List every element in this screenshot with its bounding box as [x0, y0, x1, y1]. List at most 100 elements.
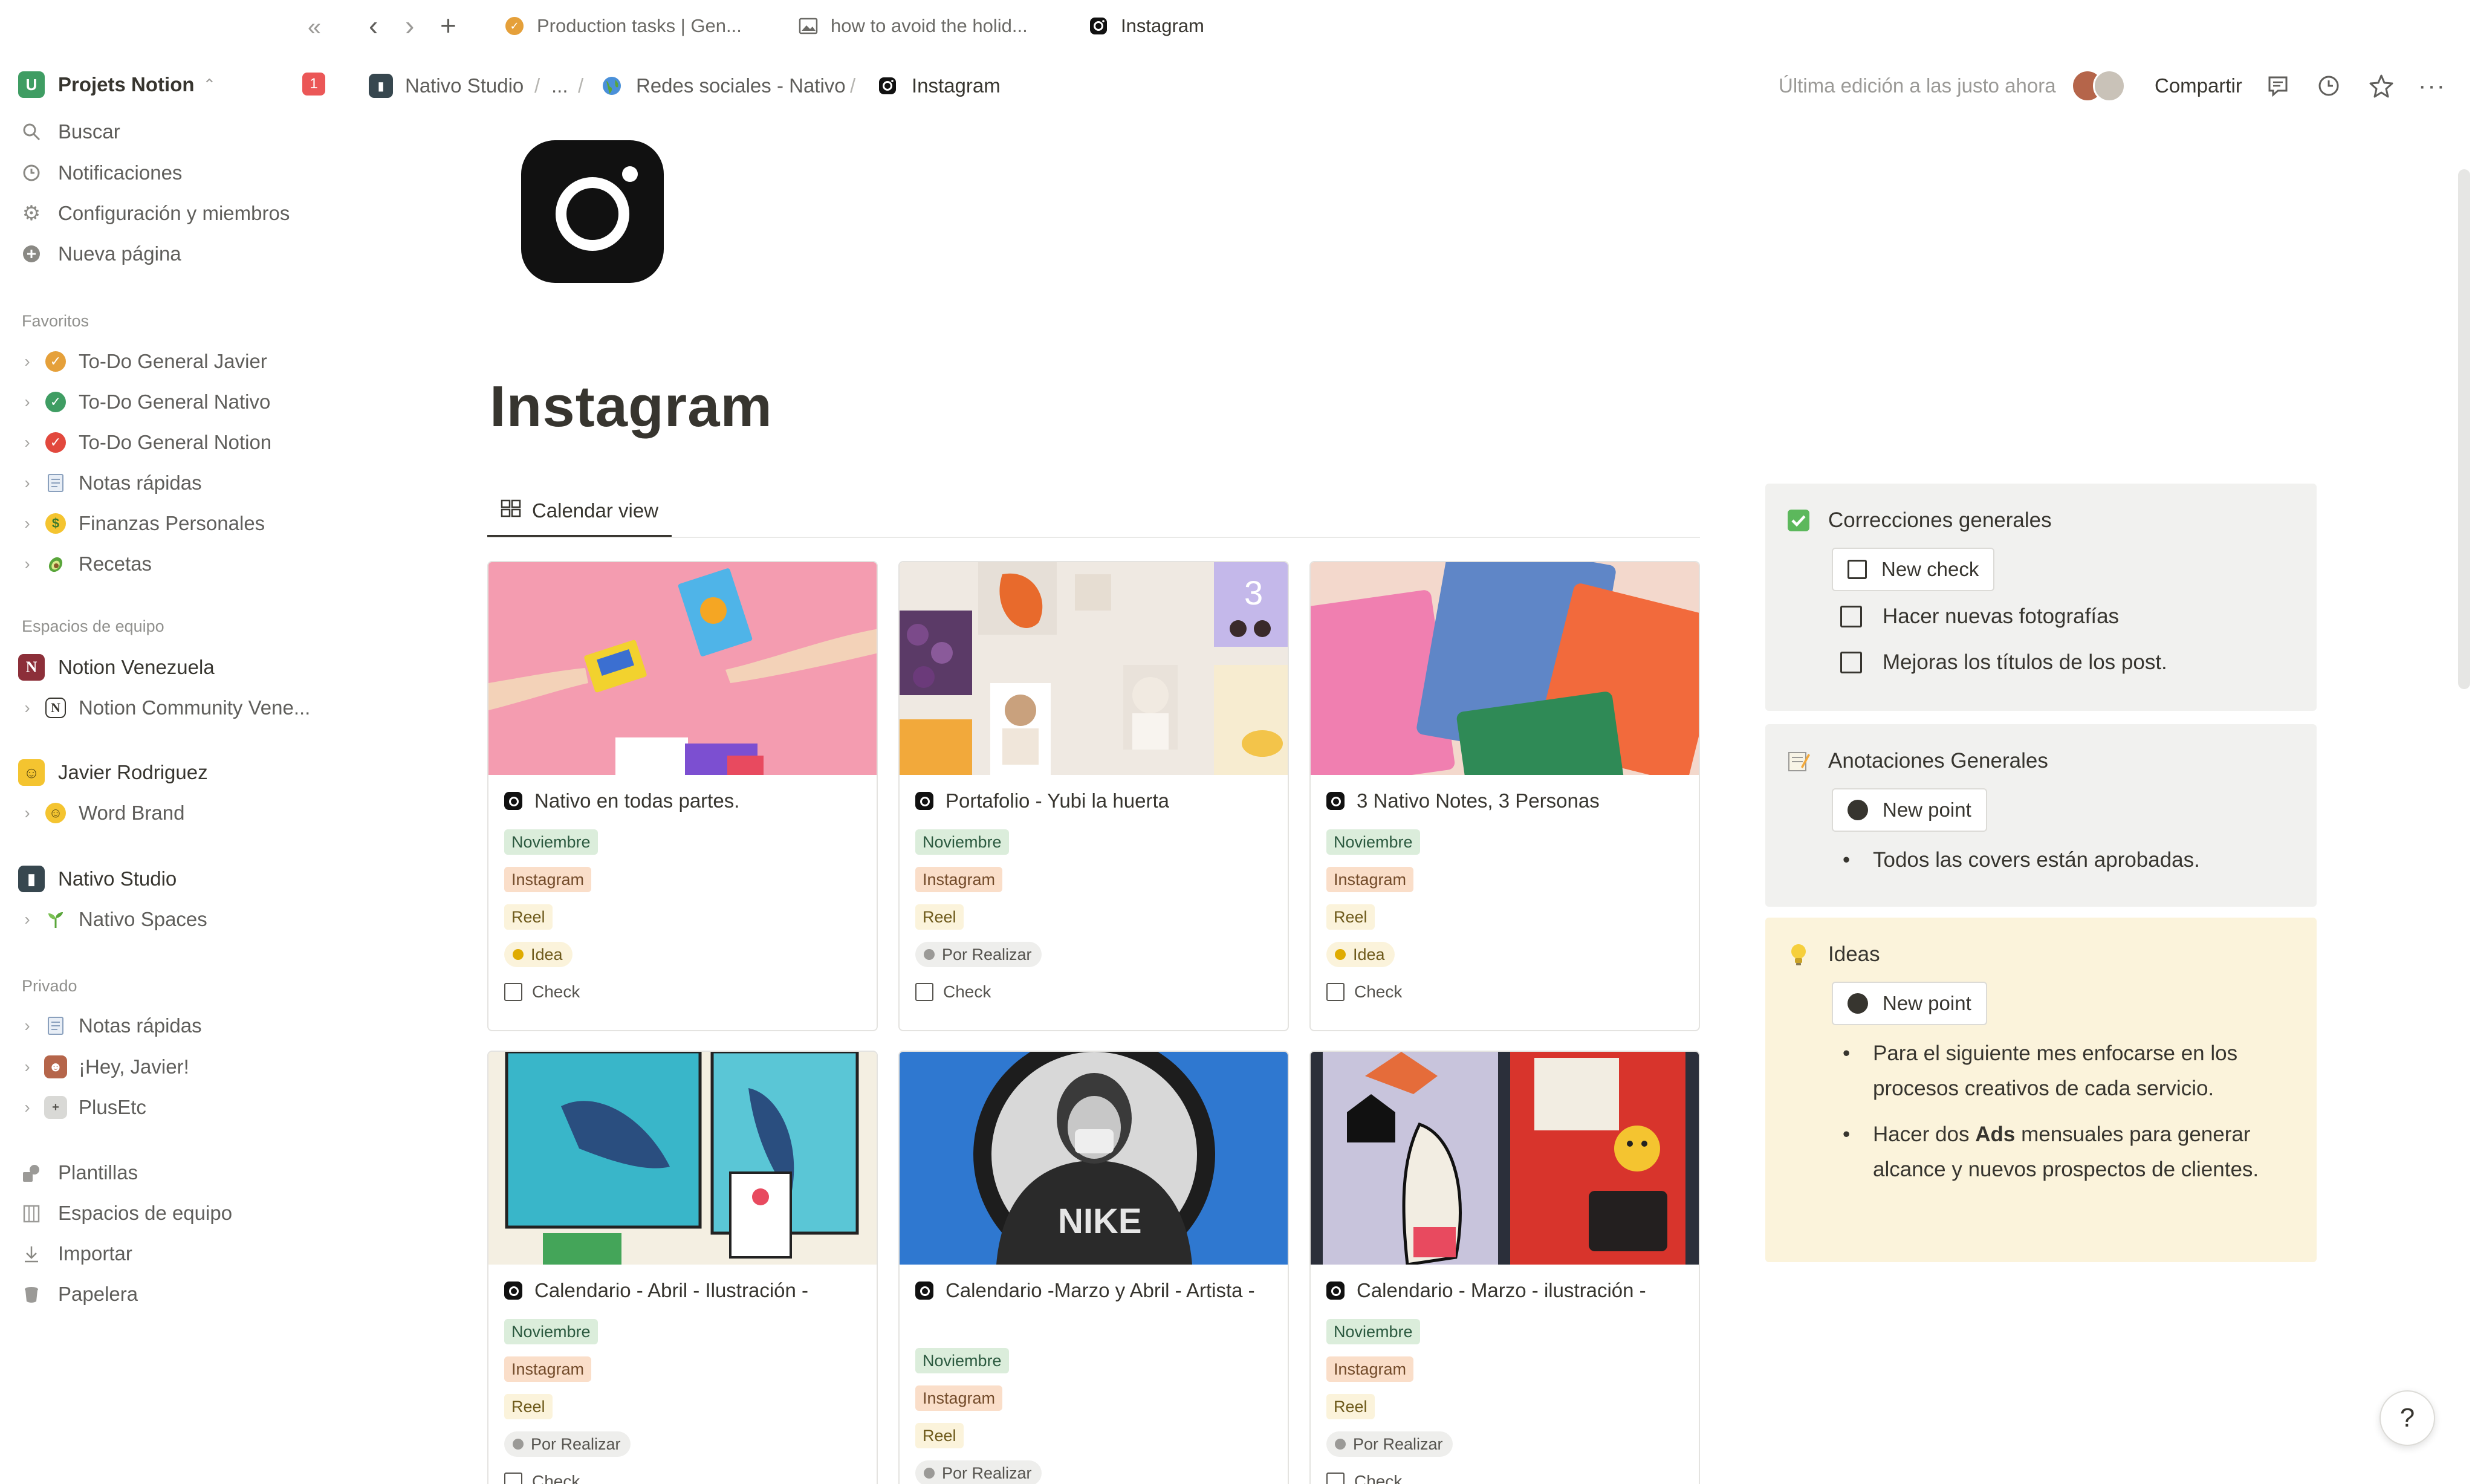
chevron-right-icon[interactable]: ›: [18, 698, 36, 718]
sidebar-item-nativo-studio[interactable]: ▮ Nativo Studio: [18, 861, 333, 897]
gallery-card[interactable]: Calendario - Abril - Ilustración - Novie…: [487, 1051, 878, 1484]
sidebar-item-plantillas[interactable]: Plantillas: [18, 1155, 333, 1191]
chevron-right-icon[interactable]: ›: [18, 433, 36, 452]
chevron-right-icon[interactable]: ›: [18, 473, 36, 493]
more-options-icon[interactable]: ···: [2418, 60, 2446, 111]
tab-instagram[interactable]: Instagram: [1074, 6, 1219, 46]
sidebar-item-notas-rapidas[interactable]: › Notas rápidas: [18, 465, 333, 501]
tab-label: Production tasks | Gen...: [537, 15, 742, 36]
card-cover-image: [1311, 562, 1699, 775]
breadcrumb-instagram[interactable]: Instagram: [874, 60, 1001, 111]
new-point-button[interactable]: New point: [1832, 788, 1987, 832]
tab-how-to-avoid[interactable]: how to avoid the holid...: [798, 6, 1028, 46]
breadcrumb-nativo-studio[interactable]: ▮ Nativo Studio: [368, 60, 524, 111]
sidebar-item-importar[interactable]: Importar: [18, 1236, 333, 1272]
card-checkbox[interactable]: Check: [1326, 979, 1402, 1005]
sidebar-item-label: To-Do General Notion: [79, 431, 272, 453]
sidebar-item-hey-javier[interactable]: › ☻ ¡Hey, Javier!: [18, 1049, 333, 1085]
sidebar-item-nativo-spaces[interactable]: › Nativo Spaces: [18, 901, 333, 938]
sidebar-item-notion-community[interactable]: › N Notion Community Vene...: [18, 690, 333, 726]
gallery-card[interactable]: 3 Portafolio - Yubi la huerta Noviembre …: [898, 561, 1289, 1031]
chevron-right-icon[interactable]: ›: [18, 1016, 36, 1035]
sidebar-item-papelera[interactable]: Papelera: [18, 1276, 333, 1312]
sidebar-item-new-page[interactable]: Nueva página: [18, 236, 333, 272]
page-title[interactable]: Instagram: [490, 374, 773, 440]
memo-icon: [1786, 748, 1811, 774]
comments-icon[interactable]: [2266, 60, 2290, 111]
back-arrow-icon[interactable]: ‹: [369, 8, 378, 42]
sidebar-item-private-notas[interactable]: › Notas rápidas: [18, 1008, 333, 1044]
gallery-card[interactable]: Calendario - Marzo - ilustración - Novie…: [1309, 1051, 1700, 1484]
sidebar-item-javier-rodriguez[interactable]: ☺ Javier Rodriguez: [18, 754, 333, 791]
chevron-right-icon[interactable]: ›: [18, 392, 36, 412]
new-check-button[interactable]: New check: [1832, 548, 1995, 591]
sidebar-item-label: To-Do General Javier: [79, 350, 267, 372]
bullet-dot-icon: [1848, 993, 1868, 1014]
sidebar-item-label: Notas rápidas: [79, 471, 202, 494]
page-instagram-icon[interactable]: [521, 140, 664, 283]
status-badge: Idea: [1326, 942, 1395, 967]
card-checkbox[interactable]: Check: [504, 979, 580, 1005]
instagram-icon: [874, 73, 901, 99]
tab-calendar-view[interactable]: Calendar view: [487, 487, 672, 537]
new-point-button[interactable]: New point: [1832, 982, 1987, 1025]
sidebar-item-todo-javier[interactable]: › ✓ To-Do General Javier: [18, 343, 333, 380]
chevron-right-icon[interactable]: ›: [18, 554, 36, 574]
bullet-item[interactable]: Hacer dos Ads mensuales para generar alc…: [1843, 1117, 2290, 1187]
todo-item[interactable]: Hacer nuevas fotografías: [1840, 604, 2119, 629]
card-title: Calendario - Marzo - ilustración -: [1326, 1277, 1689, 1304]
tag-month: Noviembre: [915, 1348, 1009, 1373]
sidebar-item-label: Word Brand: [79, 802, 185, 824]
sidebar-item-settings[interactable]: ⚙ Configuración y miembros: [18, 195, 333, 232]
breadcrumb-label: Redes sociales - Nativo: [636, 74, 846, 97]
card-checkbox[interactable]: Check: [1326, 1469, 1402, 1484]
collaborator-avatars[interactable]: [2071, 60, 2126, 111]
workspace-switcher[interactable]: U Projets Notion ⌃: [18, 66, 333, 103]
chevron-right-icon[interactable]: ›: [18, 514, 36, 533]
help-button[interactable]: ?: [2380, 1390, 2435, 1446]
history-clock-icon[interactable]: [2317, 60, 2341, 111]
bullet-item[interactable]: Para el siguiente mes enfocarse en los p…: [1843, 1036, 2290, 1106]
instagram-icon: [1326, 792, 1345, 810]
sidebar-item-label: Javier Rodriguez: [58, 761, 208, 783]
sidebar-item-notion-venezuela[interactable]: N Notion Venezuela: [18, 649, 333, 685]
todo-item[interactable]: Mejoras los títulos de los post.: [1840, 650, 2167, 675]
gallery-card[interactable]: NIKE Calendario -Marzo y Abril - Artista…: [898, 1051, 1289, 1484]
sidebar-item-recetas[interactable]: › Recetas: [18, 546, 333, 582]
checkbox-icon[interactable]: [1840, 652, 1862, 673]
sidebar-item-label: To-Do General Nativo: [79, 390, 271, 413]
sidebar-item-todo-notion[interactable]: › ✓ To-Do General Notion: [18, 424, 333, 461]
share-button[interactable]: Compartir: [2155, 60, 2242, 111]
card-checkbox[interactable]: Check: [504, 1469, 580, 1484]
favorite-star-icon[interactable]: [2369, 60, 2394, 111]
chevron-right-icon[interactable]: ›: [18, 1057, 36, 1077]
sidebar-item-notifications[interactable]: Notificaciones: [18, 155, 333, 191]
checkbox-icon[interactable]: [1840, 606, 1862, 627]
check-circle-orange-icon: ✓: [42, 348, 69, 375]
sidebar-item-word-brand[interactable]: › ☺ Word Brand: [18, 795, 333, 831]
check-circle-green-icon: ✓: [42, 389, 69, 415]
new-tab-plus-icon[interactable]: +: [440, 8, 456, 42]
sidebar-item-todo-nativo[interactable]: › ✓ To-Do General Nativo: [18, 384, 333, 420]
breadcrumb-redes-sociales[interactable]: Redes sociales - Nativo: [599, 60, 846, 111]
chevron-right-icon[interactable]: ›: [18, 1098, 36, 1117]
gallery-card[interactable]: 3 Nativo Notes, 3 Personas Noviembre Ins…: [1309, 561, 1700, 1031]
chevron-right-icon[interactable]: ›: [18, 910, 36, 929]
sidebar-item-plusetc[interactable]: › + PlusEtc: [18, 1089, 333, 1126]
breadcrumb-ellipsis[interactable]: ...: [551, 60, 568, 111]
forward-arrow-icon[interactable]: ›: [405, 8, 414, 42]
chevron-right-icon[interactable]: ›: [18, 803, 36, 823]
sidebar-item-search[interactable]: Buscar: [18, 114, 333, 150]
instagram-icon: [915, 1281, 933, 1300]
callout-ideas: Ideas New point Para el siguiente mes en…: [1765, 918, 2317, 1262]
collapse-sidebar-icon[interactable]: «: [296, 12, 333, 42]
tab-production-tasks[interactable]: ✓ Production tasks | Gen...: [504, 6, 742, 46]
tag-platform: Instagram: [915, 867, 1003, 892]
card-checkbox[interactable]: Check: [915, 979, 991, 1005]
sidebar-item-finanzas[interactable]: › $ Finanzas Personales: [18, 505, 333, 542]
sidebar-item-espacios[interactable]: Espacios de equipo: [18, 1195, 333, 1231]
bullet-item[interactable]: Todos las covers están aprobadas.: [1843, 843, 2290, 878]
gallery-card[interactable]: Nativo en todas partes. Noviembre Instag…: [487, 561, 878, 1031]
scrollbar[interactable]: [2458, 169, 2470, 689]
chevron-right-icon[interactable]: ›: [18, 352, 36, 371]
